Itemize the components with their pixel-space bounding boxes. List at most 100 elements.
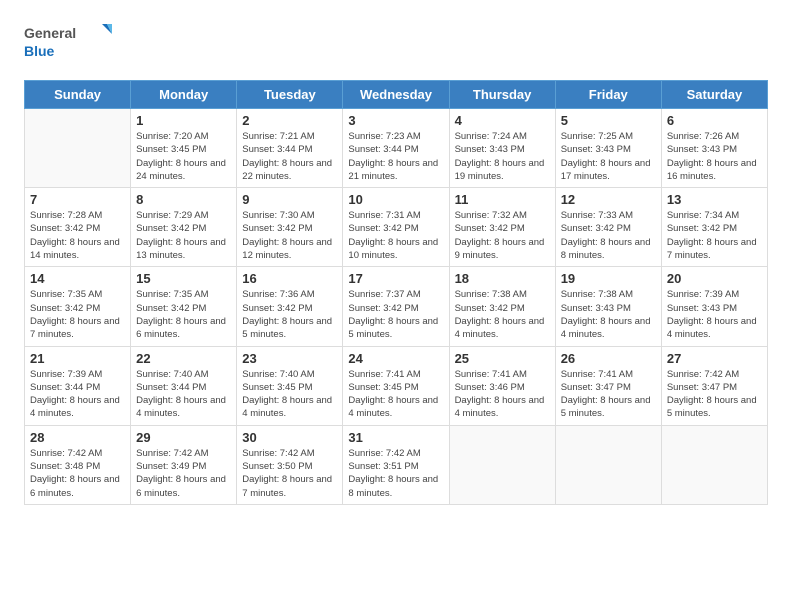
day-info: Sunrise: 7:31 AMSunset: 3:42 PMDaylight:… xyxy=(348,209,443,262)
day-info: Sunrise: 7:21 AMSunset: 3:44 PMDaylight:… xyxy=(242,130,337,183)
calendar-cell: 7 Sunrise: 7:28 AMSunset: 3:42 PMDaylight… xyxy=(25,188,131,267)
calendar-week-row: 7 Sunrise: 7:28 AMSunset: 3:42 PMDaylight… xyxy=(25,188,768,267)
calendar-cell: 22Sunrise: 7:40 AMSunset: 3:44 PMDayligh… xyxy=(131,346,237,425)
day-number: 13 xyxy=(667,192,762,207)
calendar-cell: 1Sunrise: 7:20 AMSunset: 3:45 PMDaylight… xyxy=(131,109,237,188)
day-number: 24 xyxy=(348,351,443,366)
day-info: Sunrise: 7:35 AMSunset: 3:42 PMDaylight:… xyxy=(30,288,125,341)
calendar-cell: 17 Sunrise: 7:37 AMSunset: 3:42 PMDayligh… xyxy=(343,267,449,346)
day-number: 2 xyxy=(242,113,337,128)
calendar-cell: 29 Sunrise: 7:42 AMSunset: 3:49 PMDayligh… xyxy=(131,425,237,504)
calendar-cell: 30 Sunrise: 7:42 AMSunset: 3:50 PMDayligh… xyxy=(237,425,343,504)
day-number: 30 xyxy=(242,430,337,445)
day-number: 27 xyxy=(667,351,762,366)
calendar-table: SundayMondayTuesdayWednesdayThursdayFrid… xyxy=(24,80,768,505)
day-number: 26 xyxy=(561,351,656,366)
day-info: Sunrise: 7:40 AMSunset: 3:45 PMDaylight:… xyxy=(242,368,337,421)
svg-text:Blue: Blue xyxy=(24,43,55,59)
day-info: Sunrise: 7:40 AMSunset: 3:44 PMDaylight:… xyxy=(136,368,231,421)
logo-svg: General Blue xyxy=(24,20,114,64)
day-number: 28 xyxy=(30,430,125,445)
day-info: Sunrise: 7:41 AMSunset: 3:45 PMDaylight:… xyxy=(348,368,443,421)
calendar-cell: 6 Sunrise: 7:26 AMSunset: 3:43 PMDaylight… xyxy=(661,109,767,188)
day-number: 29 xyxy=(136,430,231,445)
day-info: Sunrise: 7:37 AMSunset: 3:42 PMDaylight:… xyxy=(348,288,443,341)
calendar-cell: 20Sunrise: 7:39 AMSunset: 3:43 PMDayligh… xyxy=(661,267,767,346)
calendar-cell: 23Sunrise: 7:40 AMSunset: 3:45 PMDayligh… xyxy=(237,346,343,425)
calendar-cell: 27 Sunrise: 7:42 AMSunset: 3:47 PMDayligh… xyxy=(661,346,767,425)
day-number: 9 xyxy=(242,192,337,207)
calendar-day-header: Saturday xyxy=(661,81,767,109)
day-info: Sunrise: 7:25 AMSunset: 3:43 PMDaylight:… xyxy=(561,130,656,183)
calendar-cell: 10 Sunrise: 7:31 AMSunset: 3:42 PMDayligh… xyxy=(343,188,449,267)
calendar-cell: 31Sunrise: 7:42 AMSunset: 3:51 PMDayligh… xyxy=(343,425,449,504)
calendar-cell: 26 Sunrise: 7:41 AMSunset: 3:47 PMDayligh… xyxy=(555,346,661,425)
calendar-header-row: SundayMondayTuesdayWednesdayThursdayFrid… xyxy=(25,81,768,109)
day-number: 15 xyxy=(136,271,231,286)
day-info: Sunrise: 7:35 AMSunset: 3:42 PMDaylight:… xyxy=(136,288,231,341)
calendar-cell xyxy=(449,425,555,504)
calendar-cell: 18Sunrise: 7:38 AMSunset: 3:42 PMDayligh… xyxy=(449,267,555,346)
calendar-cell xyxy=(661,425,767,504)
calendar-week-row: 28 Sunrise: 7:42 AMSunset: 3:48 PMDayligh… xyxy=(25,425,768,504)
day-number: 18 xyxy=(455,271,550,286)
calendar-cell: 14 Sunrise: 7:35 AMSunset: 3:42 PMDayligh… xyxy=(25,267,131,346)
calendar-day-header: Sunday xyxy=(25,81,131,109)
calendar-cell: 12Sunrise: 7:33 AMSunset: 3:42 PMDayligh… xyxy=(555,188,661,267)
day-info: Sunrise: 7:30 AMSunset: 3:42 PMDaylight:… xyxy=(242,209,337,262)
calendar-cell: 16 Sunrise: 7:36 AMSunset: 3:42 PMDayligh… xyxy=(237,267,343,346)
day-number: 4 xyxy=(455,113,550,128)
calendar-week-row: 1Sunrise: 7:20 AMSunset: 3:45 PMDaylight… xyxy=(25,109,768,188)
day-number: 11 xyxy=(455,192,550,207)
day-number: 14 xyxy=(30,271,125,286)
day-number: 17 xyxy=(348,271,443,286)
day-info: Sunrise: 7:42 AMSunset: 3:48 PMDaylight:… xyxy=(30,447,125,500)
calendar-cell: 21 Sunrise: 7:39 AMSunset: 3:44 PMDayligh… xyxy=(25,346,131,425)
day-number: 5 xyxy=(561,113,656,128)
day-info: Sunrise: 7:41 AMSunset: 3:46 PMDaylight:… xyxy=(455,368,550,421)
logo: General Blue xyxy=(24,20,114,64)
calendar-cell: 24 Sunrise: 7:41 AMSunset: 3:45 PMDayligh… xyxy=(343,346,449,425)
day-info: Sunrise: 7:41 AMSunset: 3:47 PMDaylight:… xyxy=(561,368,656,421)
day-info: Sunrise: 7:42 AMSunset: 3:51 PMDaylight:… xyxy=(348,447,443,500)
day-number: 21 xyxy=(30,351,125,366)
calendar-cell: 19 Sunrise: 7:38 AMSunset: 3:43 PMDayligh… xyxy=(555,267,661,346)
calendar-cell: 3Sunrise: 7:23 AMSunset: 3:44 PMDaylight… xyxy=(343,109,449,188)
calendar-day-header: Friday xyxy=(555,81,661,109)
day-number: 7 xyxy=(30,192,125,207)
day-number: 16 xyxy=(242,271,337,286)
calendar-week-row: 14 Sunrise: 7:35 AMSunset: 3:42 PMDayligh… xyxy=(25,267,768,346)
calendar-cell: 2 Sunrise: 7:21 AMSunset: 3:44 PMDaylight… xyxy=(237,109,343,188)
page-header: General Blue xyxy=(24,20,768,64)
calendar-cell: 15 Sunrise: 7:35 AMSunset: 3:42 PMDayligh… xyxy=(131,267,237,346)
calendar-cell: 13Sunrise: 7:34 AMSunset: 3:42 PMDayligh… xyxy=(661,188,767,267)
day-info: Sunrise: 7:23 AMSunset: 3:44 PMDaylight:… xyxy=(348,130,443,183)
day-info: Sunrise: 7:42 AMSunset: 3:47 PMDaylight:… xyxy=(667,368,762,421)
svg-text:General: General xyxy=(24,25,76,41)
calendar-cell: 28 Sunrise: 7:42 AMSunset: 3:48 PMDayligh… xyxy=(25,425,131,504)
calendar-day-header: Tuesday xyxy=(237,81,343,109)
day-number: 10 xyxy=(348,192,443,207)
day-info: Sunrise: 7:28 AMSunset: 3:42 PMDaylight:… xyxy=(30,209,125,262)
day-info: Sunrise: 7:36 AMSunset: 3:42 PMDaylight:… xyxy=(242,288,337,341)
day-number: 6 xyxy=(667,113,762,128)
day-number: 19 xyxy=(561,271,656,286)
calendar-cell xyxy=(555,425,661,504)
calendar-day-header: Thursday xyxy=(449,81,555,109)
calendar-cell: 25 Sunrise: 7:41 AMSunset: 3:46 PMDayligh… xyxy=(449,346,555,425)
day-info: Sunrise: 7:42 AMSunset: 3:49 PMDaylight:… xyxy=(136,447,231,500)
day-info: Sunrise: 7:39 AMSunset: 3:44 PMDaylight:… xyxy=(30,368,125,421)
calendar-cell: 9 Sunrise: 7:30 AMSunset: 3:42 PMDaylight… xyxy=(237,188,343,267)
day-info: Sunrise: 7:26 AMSunset: 3:43 PMDaylight:… xyxy=(667,130,762,183)
day-info: Sunrise: 7:32 AMSunset: 3:42 PMDaylight:… xyxy=(455,209,550,262)
day-info: Sunrise: 7:42 AMSunset: 3:50 PMDaylight:… xyxy=(242,447,337,500)
day-info: Sunrise: 7:29 AMSunset: 3:42 PMDaylight:… xyxy=(136,209,231,262)
day-info: Sunrise: 7:33 AMSunset: 3:42 PMDaylight:… xyxy=(561,209,656,262)
day-info: Sunrise: 7:38 AMSunset: 3:43 PMDaylight:… xyxy=(561,288,656,341)
day-number: 8 xyxy=(136,192,231,207)
calendar-cell: 8 Sunrise: 7:29 AMSunset: 3:42 PMDaylight… xyxy=(131,188,237,267)
day-number: 25 xyxy=(455,351,550,366)
day-number: 1 xyxy=(136,113,231,128)
calendar-cell xyxy=(25,109,131,188)
calendar-day-header: Monday xyxy=(131,81,237,109)
